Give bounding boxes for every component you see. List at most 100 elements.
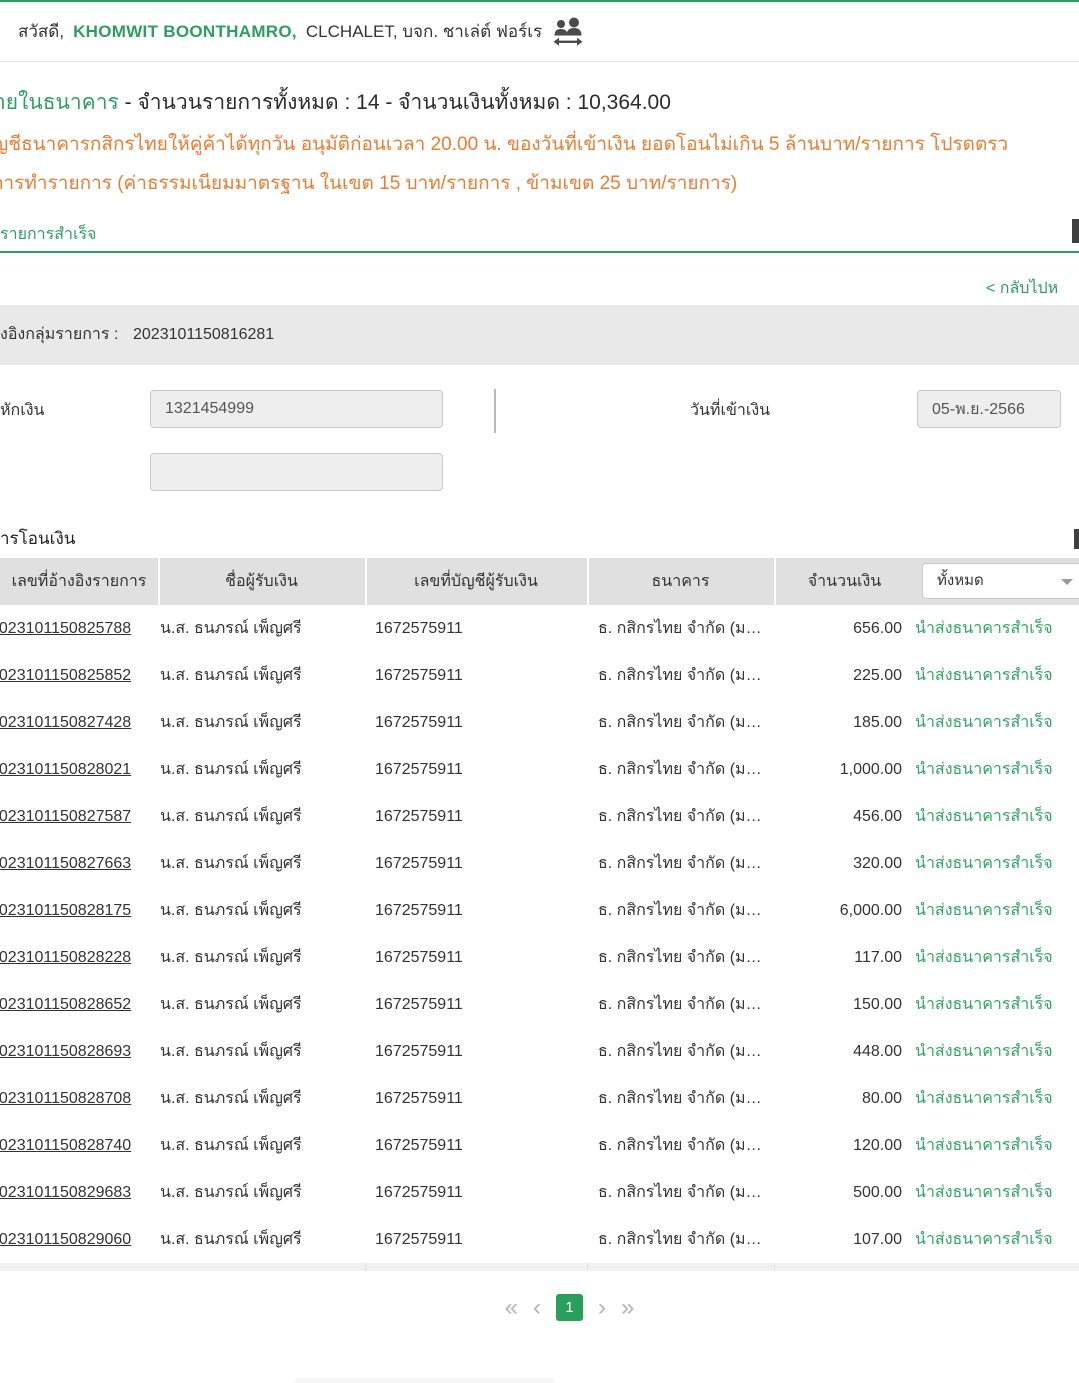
table-footer-strip (0, 1263, 1079, 1271)
back-link[interactable]: < กลับไปห (986, 276, 1058, 301)
status-badge: นำส่งธนาคารสำเร็จ (915, 840, 1053, 887)
amount-value: 320.00 (774, 840, 902, 887)
chevron-down-icon (1061, 579, 1073, 585)
app-header: สวัสดี, KHOMWIT BOONTHAMRO, CLCHALET, บจ… (0, 2, 1079, 62)
table-row: 2023101150829683 น.ส. ธนภรณ์ เพ็ญศรี 167… (0, 1169, 1079, 1216)
recipient-name: น.ส. ธนภรณ์ เพ็ญศรี (160, 1028, 302, 1075)
table-row: 2023101150828021 น.ส. ธนภรณ์ เพ็ญศรี 167… (0, 746, 1079, 793)
group-reference-bar: งอิงกลุ่มรายการ : 2023101150816281 (0, 305, 1079, 365)
amount-value: 107.00 (774, 1216, 902, 1263)
recipient-account: 1672575911 (375, 793, 463, 840)
transaction-ref-link[interactable]: 2023101150828228 (0, 934, 131, 981)
pagination-prev-button[interactable]: ‹ (533, 1294, 541, 1321)
amount-value: 500.00 (774, 1169, 902, 1216)
debit-account-label: หักเงิน (0, 398, 44, 423)
bank-name: ธ. กสิกรไทย จำกัด (ม… (598, 1028, 762, 1075)
pagination: « ‹ 1 › » (30, 1294, 1079, 1321)
header-separator (158, 558, 160, 605)
table-row: 2023101150825788 น.ส. ธนภรณ์ เพ็ญศรี 167… (0, 605, 1079, 652)
transaction-ref-link[interactable]: 2023101150827428 (0, 699, 131, 746)
recipient-name: น.ส. ธนภรณ์ เพ็ญศรี (160, 793, 302, 840)
status-filter-select[interactable]: ทั้งหมด (922, 563, 1079, 599)
transaction-ref-link[interactable]: 2023101150829683 (0, 1169, 131, 1216)
pagination-current-page[interactable]: 1 (556, 1294, 583, 1321)
amount-value: 120.00 (774, 1122, 902, 1169)
status-badge: นำส่งธนาคารสำเร็จ (915, 887, 1053, 934)
group-reference-label: งอิงกลุ่มรายการ : (0, 305, 118, 365)
pagination-last-button[interactable]: » (621, 1294, 634, 1321)
notice-line-1: ญชีธนาคารกสิกรไทยให้คู่ค้าได้ทุกวัน อนุม… (0, 129, 1008, 159)
status-badge: นำส่งธนาคารสำเร็จ (915, 605, 1053, 652)
amount-value: 456.00 (774, 793, 902, 840)
debit-account-input[interactable] (150, 390, 443, 428)
table-row: 2023101150825852 น.ส. ธนภรณ์ เพ็ญศรี 167… (0, 652, 1079, 699)
recipient-name: น.ส. ธนภรณ์ เพ็ญศรี (160, 699, 302, 746)
recipient-name: น.ส. ธนภรณ์ เพ็ญศรี (160, 1075, 302, 1122)
status-badge: นำส่งธนาคารสำเร็จ (915, 1028, 1053, 1075)
bank-name: ธ. กสิกรไทย จำกัด (ม… (598, 1075, 762, 1122)
transfer-table-header: เลขที่อ้างอิงรายการ ชื่อผู้รับเงิน เลขที… (0, 558, 1079, 605)
people-switch-icon[interactable] (551, 15, 585, 49)
col-header-bank: ธนาคาร (587, 558, 774, 605)
recipient-account: 1672575911 (375, 652, 463, 699)
recipient-account: 1672575911 (375, 605, 463, 652)
header-separator (774, 558, 776, 605)
pagination-next-button[interactable]: › (598, 1294, 606, 1321)
col-header-amount: จำนวนเงิน (774, 558, 915, 605)
transaction-ref-link[interactable]: 2023101150828740 (0, 1122, 131, 1169)
recipient-account: 1672575911 (375, 1028, 463, 1075)
amount-value: 1,000.00 (774, 746, 902, 793)
recipient-name: น.ส. ธนภรณ์ เพ็ญศรี (160, 746, 302, 793)
bank-name: ธ. กสิกรไทย จำกัด (ม… (598, 746, 762, 793)
transaction-ref-link[interactable]: 2023101150829060 (0, 1216, 131, 1263)
recipient-account: 1672575911 (375, 1075, 463, 1122)
table-row: 2023101150828740 น.ส. ธนภรณ์ เพ็ญศรี 167… (0, 1122, 1079, 1169)
group-reference-value: 2023101150816281 (133, 305, 274, 365)
status-badge: นำส่งธนาคารสำเร็จ (915, 1075, 1053, 1122)
transaction-ref-link[interactable]: 2023101150827663 (0, 840, 131, 887)
col-header-name: ชื่อผู้รับเงิน (158, 558, 365, 605)
recipient-name: น.ส. ธนภรณ์ เพ็ญศรี (160, 1169, 302, 1216)
col-header-account: เลขที่บัญชีผู้รับเงิน (365, 558, 587, 605)
deposit-date-label: วันที่เข้าเงิน (690, 398, 770, 423)
recipient-account: 1672575911 (375, 887, 463, 934)
amount-value: 448.00 (774, 1028, 902, 1075)
status-badge: นำส่งธนาคารสำเร็จ (915, 981, 1053, 1028)
page-title-highlight: ายในธนาคาร (0, 91, 119, 114)
bank-name: ธ. กสิกรไทย จำกัด (ม… (598, 887, 762, 934)
transaction-ref-link[interactable]: 2023101150828652 (0, 981, 131, 1028)
bottom-footer-edge (295, 1378, 555, 1383)
transaction-ref-link[interactable]: 2023101150825852 (0, 652, 131, 699)
status-badge: นำส่งธนาคารสำเร็จ (915, 1216, 1053, 1263)
transaction-ref-link[interactable]: 2023101150827587 (0, 793, 131, 840)
deposit-date-input[interactable] (917, 390, 1061, 428)
recipient-account: 1672575911 (375, 981, 463, 1028)
amount-value: 225.00 (774, 652, 902, 699)
amount-value: 150.00 (774, 981, 902, 1028)
recipient-name: น.ส. ธนภรณ์ เพ็ญศรี (160, 934, 302, 981)
tab-successful-items[interactable]: รายการสำเร็จ (0, 222, 96, 247)
transaction-ref-link[interactable]: 2023101150828175 (0, 887, 131, 934)
recipient-name: น.ส. ธนภรณ์ เพ็ญศรี (160, 887, 302, 934)
amount-value: 117.00 (774, 934, 902, 981)
transaction-ref-link[interactable]: 2023101150828021 (0, 746, 131, 793)
bank-name: ธ. กสิกรไทย จำกัด (ม… (598, 652, 762, 699)
tab-underline (0, 251, 1079, 253)
recipient-name: น.ส. ธนภรณ์ เพ็ญศรี (160, 840, 302, 887)
status-badge: นำส่งธนาคารสำเร็จ (915, 1169, 1053, 1216)
pagination-first-button[interactable]: « (505, 1294, 518, 1321)
recipient-name: น.ส. ธนภรณ์ เพ็ญศรี (160, 605, 302, 652)
secondary-account-input[interactable] (150, 453, 443, 491)
bank-name: ธ. กสิกรไทย จำกัด (ม… (598, 605, 762, 652)
bank-name: ธ. กสิกรไทย จำกัด (ม… (598, 981, 762, 1028)
table-row: 2023101150827663 น.ส. ธนภรณ์ เพ็ญศรี 167… (0, 840, 1079, 887)
status-badge: นำส่งธนาคารสำเร็จ (915, 746, 1053, 793)
table-row: 2023101150827428 น.ส. ธนภรณ์ เพ็ญศรี 167… (0, 699, 1079, 746)
table-row: 2023101150828693 น.ส. ธนภรณ์ เพ็ญศรี 167… (0, 1028, 1079, 1075)
transaction-ref-link[interactable]: 2023101150828693 (0, 1028, 131, 1075)
amount-value: 6,000.00 (774, 887, 902, 934)
status-badge: นำส่งธนาคารสำเร็จ (915, 699, 1053, 746)
notice-line-2: การทำรายการ (ค่าธรรมเนียมมาตรฐาน ในเขต 1… (0, 168, 737, 198)
transaction-ref-link[interactable]: 2023101150825788 (0, 605, 131, 652)
transaction-ref-link[interactable]: 2023101150828708 (0, 1075, 131, 1122)
